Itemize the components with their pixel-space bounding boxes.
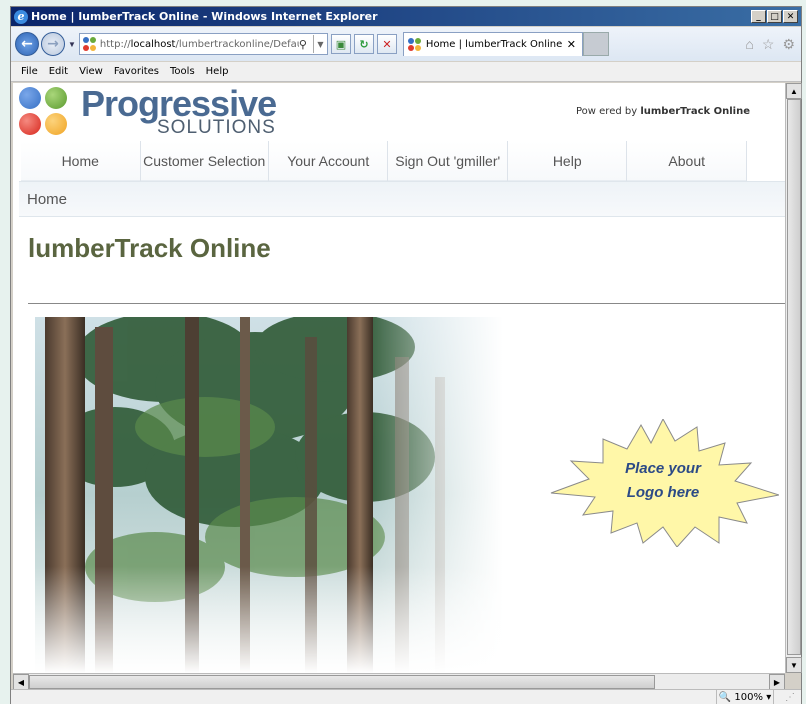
- window-title: Home | lumberTrack Online - Windows Inte…: [31, 10, 378, 23]
- breadcrumb: Home: [19, 181, 785, 217]
- address-bar[interactable]: http://localhost/lumbertrackonline/Defau…: [78, 33, 328, 55]
- search-icon[interactable]: ⚲: [299, 38, 313, 51]
- menu-bar: File Edit View Favorites Tools Help: [11, 62, 801, 82]
- menu-edit[interactable]: Edit: [49, 66, 68, 77]
- logo-subtitle: SOLUTIONS: [157, 117, 276, 138]
- horizontal-scroll-thumb[interactable]: [29, 675, 655, 689]
- vertical-scroll-thumb[interactable]: [787, 99, 801, 655]
- zoom-icon: 🔍: [718, 691, 732, 703]
- nav-help[interactable]: Help: [508, 141, 628, 181]
- browser-window: e Home | lumberTrack Online - Windows In…: [10, 6, 802, 704]
- tab-favicon-icon: [407, 37, 422, 52]
- address-dropdown-icon[interactable]: ▼: [312, 35, 327, 53]
- title-divider: [28, 303, 785, 304]
- powered-by: Pow ered by lumberTrack Online: [576, 106, 751, 117]
- ie-logo-icon: e: [14, 9, 28, 24]
- navigation-bar: ← → ▼ http://localhost/lumbertrackonline…: [11, 27, 801, 61]
- maximize-button[interactable]: □: [767, 10, 782, 23]
- refresh-icon[interactable]: ↻: [353, 34, 374, 54]
- forest-image: [35, 317, 503, 673]
- scroll-left-icon[interactable]: ◀: [13, 674, 29, 690]
- page-title: lumberTrack Online: [28, 233, 271, 263]
- logo-dots-icon: [19, 87, 71, 139]
- menu-help[interactable]: Help: [206, 66, 229, 77]
- close-button[interactable]: ✕: [783, 10, 798, 23]
- menu-tools[interactable]: Tools: [170, 66, 195, 77]
- scroll-right-icon[interactable]: ▶: [769, 674, 785, 690]
- menu-favorites[interactable]: Favorites: [114, 66, 159, 77]
- page-viewport: Progressive SOLUTIONS Pow ered by lumber…: [13, 83, 785, 673]
- vertical-scrollbar[interactable]: ▲ ▼: [785, 83, 802, 673]
- site-favicon-icon: [82, 37, 97, 51]
- breadcrumb-home[interactable]: Home: [27, 191, 67, 208]
- status-bar: 🔍 100% ▾ ⋰: [11, 689, 801, 704]
- tab-title: Home | lumberTrack Online: [425, 39, 563, 50]
- menu-view[interactable]: View: [79, 66, 103, 77]
- nav-about[interactable]: About: [627, 141, 747, 181]
- nav-home[interactable]: Home: [21, 141, 141, 181]
- title-bar: e Home | lumberTrack Online - Windows In…: [11, 7, 801, 26]
- back-button[interactable]: ←: [15, 32, 39, 56]
- forward-button[interactable]: →: [41, 32, 65, 56]
- address-url[interactable]: http://localhost/lumbertrackonline/Defau…: [100, 39, 299, 50]
- zoom-control[interactable]: 🔍 100% ▾: [716, 690, 774, 704]
- favorites-star-icon[interactable]: ☆: [762, 36, 775, 53]
- tab-home[interactable]: Home | lumberTrack Online ✕: [402, 32, 583, 56]
- home-icon[interactable]: ⌂: [745, 36, 753, 53]
- tools-gear-icon[interactable]: ⚙: [782, 36, 795, 53]
- history-dropdown-icon[interactable]: ▼: [68, 40, 76, 49]
- scroll-up-icon[interactable]: ▲: [786, 83, 802, 99]
- nav-customer-selection[interactable]: Customer Selection: [141, 141, 269, 181]
- nav-your-account[interactable]: Your Account: [269, 141, 389, 181]
- horizontal-scrollbar[interactable]: ◀ ▶: [13, 673, 785, 690]
- progressive-solutions-logo[interactable]: Progressive SOLUTIONS: [19, 83, 289, 139]
- placeholder-line-1: Place your: [625, 460, 701, 477]
- logo-placeholder: Place your Logo here: [547, 417, 780, 548]
- compatibility-view-icon[interactable]: ▣: [330, 34, 351, 54]
- nav-sign-out[interactable]: Sign Out 'gmiller': [388, 141, 508, 181]
- placeholder-line-2: Logo here: [626, 484, 700, 501]
- minimize-button[interactable]: _: [751, 10, 766, 23]
- main-nav: Home Customer Selection Your Account Sig…: [21, 141, 747, 181]
- tab-close-icon[interactable]: ✕: [567, 38, 576, 51]
- resize-grip-icon[interactable]: ⋰: [785, 692, 795, 703]
- scroll-down-icon[interactable]: ▼: [786, 657, 802, 673]
- stop-icon[interactable]: ✕: [376, 34, 397, 54]
- menu-file[interactable]: File: [21, 66, 38, 77]
- new-tab-button[interactable]: [582, 32, 609, 56]
